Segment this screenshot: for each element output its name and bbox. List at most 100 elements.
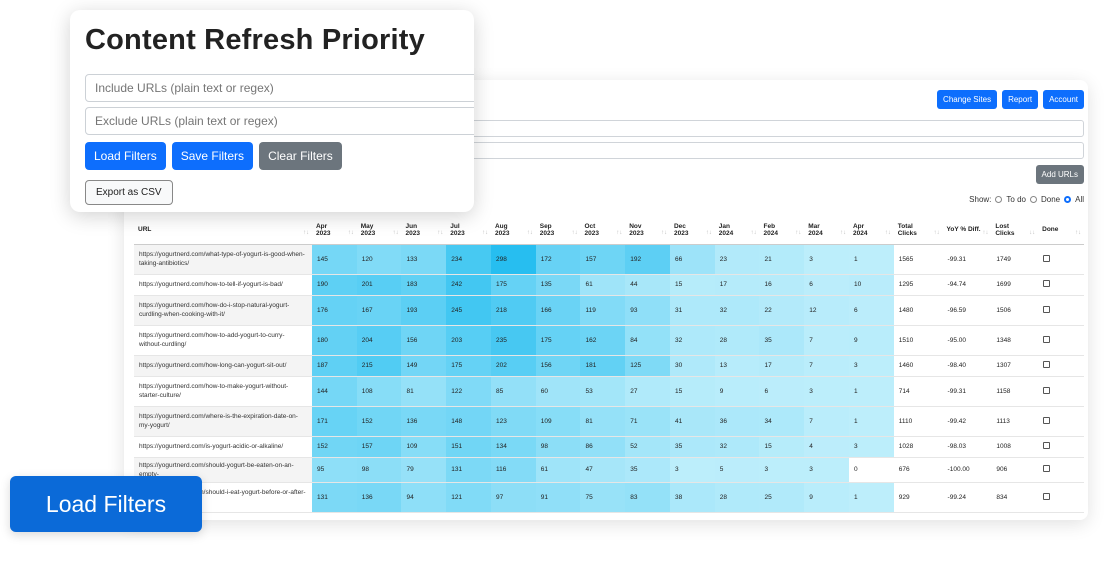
done-checkbox[interactable] — [1043, 416, 1051, 424]
column-header[interactable]: Jul 2023 ↑↓ — [446, 216, 491, 245]
load-filters-callout[interactable]: Load Filters — [10, 476, 202, 532]
sort-icon[interactable]: ↑↓ — [1075, 230, 1081, 236]
url-cell[interactable]: https://yogurtnerd.com/how-do-i-stop-nat… — [134, 295, 312, 326]
column-header[interactable]: Jan 2024 ↑↓ — [714, 216, 760, 245]
month-clicks-cell: 83 — [625, 482, 670, 513]
radio-todo-label: To do — [1006, 195, 1026, 204]
load-filters-button[interactable]: Load Filters — [85, 142, 166, 170]
done-checkbox[interactable] — [1043, 442, 1051, 449]
month-clicks-cell: 187 — [311, 355, 357, 377]
month-clicks-cell: 3 — [804, 457, 849, 483]
url-cell[interactable]: https://yogurtnerd.com/how-to-tell-if-yo… — [134, 274, 312, 296]
done-checkbox[interactable] — [1043, 280, 1051, 287]
include-urls-field-bg[interactable] — [454, 120, 1084, 137]
sort-icon[interactable]: ↑↓ — [795, 230, 801, 236]
column-header[interactable]: Aug 2023 ↑↓ — [490, 216, 536, 245]
column-header[interactable]: Feb 2024 ↑↓ — [759, 216, 805, 245]
radio-all-label: All — [1075, 195, 1084, 204]
total-cell: 1028 — [893, 436, 943, 458]
column-header[interactable]: URL ↑↓ — [134, 216, 312, 245]
month-clicks-cell: 0 — [848, 457, 894, 483]
sort-icon[interactable]: ↑↓ — [616, 230, 622, 236]
column-header[interactable]: Oct 2023 ↑↓ — [580, 216, 626, 245]
include-urls-input[interactable] — [85, 74, 474, 102]
account-button[interactable]: Account — [1043, 90, 1084, 109]
column-header[interactable]: Total Clicks ↑↓ — [893, 216, 943, 245]
column-header[interactable]: May 2023 ↑↓ — [356, 216, 402, 245]
month-clicks-cell: 120 — [356, 244, 402, 275]
column-header[interactable]: Mar 2024 ↑↓ — [804, 216, 849, 245]
sort-icon[interactable]: ↑↓ — [437, 230, 443, 236]
month-clicks-cell: 1 — [848, 482, 894, 513]
sort-icon[interactable]: ↑↓ — [706, 230, 712, 236]
month-clicks-cell: 35 — [759, 325, 805, 356]
total-cell: 1480 — [893, 295, 943, 326]
done-checkbox[interactable] — [1043, 465, 1051, 473]
radio-all[interactable] — [1064, 196, 1072, 203]
sort-icon[interactable]: ↑↓ — [482, 230, 488, 236]
exclude-urls-input[interactable] — [85, 107, 474, 135]
column-header[interactable]: YoY % Diff. ↑↓ — [942, 216, 992, 245]
sort-icon[interactable]: ↑↓ — [750, 230, 756, 236]
month-clicks-cell: 32 — [669, 325, 715, 356]
done-checkbox[interactable] — [1043, 361, 1051, 368]
sort-icon[interactable]: ↑↓ — [571, 230, 577, 236]
month-clicks-cell: 23 — [714, 244, 760, 275]
url-cell[interactable]: https://yogurtnerd.com/where-is-the-expi… — [134, 406, 312, 437]
page-title: Content Refresh Priority — [85, 24, 425, 56]
column-header[interactable]: Jun 2023 ↑↓ — [401, 216, 447, 245]
lost-cell: 1307 — [991, 355, 1039, 377]
done-checkbox[interactable] — [1043, 305, 1051, 313]
save-filters-button[interactable]: Save Filters — [171, 142, 254, 170]
month-clicks-cell: 4 — [804, 436, 849, 458]
month-clicks-cell: 28 — [714, 482, 760, 513]
column-header-label: Aug 2023 — [494, 222, 510, 237]
sort-icon[interactable]: ↑↓ — [527, 230, 533, 236]
done-checkbox[interactable] — [1043, 254, 1051, 262]
month-clicks-cell: 61 — [580, 274, 626, 296]
url-cell[interactable]: https://yogurtnerd.com/is-yogurt-acidic-… — [134, 436, 312, 458]
sort-icon[interactable]: ↑↓ — [982, 230, 988, 236]
column-header[interactable]: Done ↑↓ — [1038, 216, 1084, 245]
sort-icon[interactable]: ↓↓ — [1029, 230, 1035, 236]
done-checkbox[interactable] — [1043, 492, 1051, 500]
column-header[interactable]: Apr 2023 ↑↓ — [311, 216, 357, 245]
column-header[interactable]: Dec 2023 ↑↓ — [669, 216, 715, 245]
url-cell[interactable]: https://yogurtnerd.com/how-to-add-yogurt… — [134, 325, 312, 356]
done-cell — [1038, 406, 1084, 437]
export-csv-button[interactable]: Export as CSV — [85, 180, 173, 205]
sort-icon[interactable]: ↑↓ — [934, 230, 940, 236]
done-checkbox[interactable] — [1043, 335, 1051, 343]
month-clicks-cell: 125 — [625, 355, 670, 377]
column-header-label: Jul 2023 — [450, 222, 465, 237]
clear-filters-button[interactable]: Clear Filters — [259, 142, 342, 170]
column-header[interactable]: Apr 2024 ↑↓ — [848, 216, 894, 245]
exclude-urls-field-bg[interactable] — [454, 142, 1084, 159]
total-cell: 714 — [893, 376, 943, 407]
sort-icon[interactable]: ↑↓ — [348, 230, 354, 236]
sort-icon[interactable]: ↑↓ — [392, 230, 398, 236]
done-checkbox[interactable] — [1043, 386, 1051, 394]
done-cell — [1038, 457, 1084, 483]
add-urls-button[interactable]: Add URLs — [1035, 165, 1084, 184]
table-row: https://yogurtnerd.com/how-to-make-yogur… — [134, 376, 1084, 407]
sort-icon[interactable]: ↑↓ — [885, 230, 891, 236]
url-cell[interactable]: https://yogurtnerd.com/what-type-of-yogu… — [134, 244, 312, 275]
url-cell[interactable]: https://yogurtnerd.com/how-long-can-yogu… — [134, 355, 312, 377]
column-header[interactable]: Sep 2023 ↑↓ — [535, 216, 581, 245]
column-header[interactable]: Lost Clicks ↓↓ — [991, 216, 1039, 245]
data-table-wrap: URL ↑↓ Apr 2023 ↑↓ May 2023 ↑↓ Jun 2023 ↑↓ Jul 2023 ↑… — [134, 216, 1084, 520]
sort-icon[interactable]: ↑↓ — [840, 230, 846, 236]
url-cell[interactable]: https://yogurtnerd.com/how-to-make-yogur… — [134, 376, 312, 407]
report-button[interactable]: Report — [1002, 90, 1039, 109]
sort-icon[interactable]: ↑↓ — [303, 230, 309, 236]
column-header[interactable]: Nov 2023 ↑↓ — [625, 216, 670, 245]
month-clicks-cell: 7 — [804, 406, 849, 437]
radio-todo[interactable] — [995, 196, 1003, 203]
sort-icon[interactable]: ↑↓ — [661, 230, 667, 236]
month-clicks-cell: 52 — [625, 436, 670, 458]
yoy-cell: -100.00 — [942, 457, 992, 483]
month-clicks-cell: 156 — [401, 325, 447, 356]
change-sites-button[interactable]: Change Sites — [937, 90, 998, 109]
radio-done[interactable] — [1029, 196, 1037, 203]
